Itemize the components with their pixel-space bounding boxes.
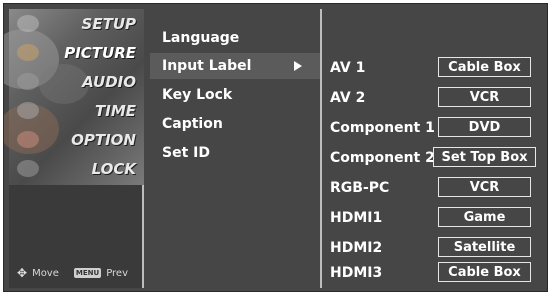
prev-hint-label: Prev (106, 267, 129, 279)
submenu-item-input-label[interactable]: Input Label (150, 53, 320, 79)
category-setup[interactable]: SETUP (9, 9, 144, 38)
picture-icon (17, 44, 39, 61)
submenu-item-set-id[interactable]: Set ID (150, 140, 320, 166)
input-label-row[interactable]: AV 1 Cable Box (324, 55, 544, 85)
category-lock[interactable]: LOCK (9, 154, 144, 183)
input-name: HDMI1 (330, 210, 383, 226)
input-label-row[interactable]: HDMI1 Game (324, 205, 544, 235)
category-label: SETUP (81, 14, 136, 33)
setup-icon (17, 15, 39, 32)
category-label: AUDIO (82, 72, 136, 91)
submenu-item-label: Input Label (162, 58, 252, 74)
category-label: OPTION (71, 130, 136, 149)
input-label-value[interactable]: VCR (438, 87, 531, 107)
input-label-value[interactable]: Satellite (438, 237, 531, 257)
category-label: PICTURE (64, 43, 136, 62)
category-label: LOCK (91, 159, 136, 178)
input-label-value[interactable]: VCR (438, 177, 531, 197)
input-label-row[interactable]: Component 1 DVD (324, 115, 544, 145)
navigation-hints: ✥ Move MENU Prev (9, 258, 144, 288)
arrow-right-icon (294, 61, 302, 71)
menu-key-icon: MENU (73, 268, 102, 278)
input-label-value[interactable]: Game (438, 207, 531, 227)
submenu-item-label: Caption (162, 116, 223, 132)
four-way-arrow-icon: ✥ (17, 266, 28, 280)
input-name: AV 2 (330, 90, 366, 106)
input-label-panel: AV 1 Cable Box AV 2 VCR Component 1 DVD … (324, 9, 544, 288)
input-label-row[interactable]: RGB-PC VCR (324, 175, 544, 205)
input-label-value[interactable]: Set Top Box (433, 147, 536, 167)
input-name: HDMI2 (330, 240, 383, 256)
submenu-item-language[interactable]: Language (150, 25, 320, 51)
input-name: Component 2 (330, 150, 435, 166)
submenu-item-caption[interactable]: Caption (150, 111, 320, 137)
input-label-row[interactable]: HDMI3 Cable Box (324, 260, 544, 290)
input-label-value[interactable]: DVD (438, 117, 531, 137)
category-label: TIME (95, 101, 136, 120)
category-picture[interactable]: PICTURE (9, 38, 144, 67)
input-label-row[interactable]: AV 2 VCR (324, 85, 544, 115)
submenu-item-label: Language (162, 30, 240, 46)
input-name: RGB-PC (330, 180, 390, 196)
clock-icon (17, 102, 39, 119)
input-name: AV 1 (330, 60, 366, 76)
lock-icon (17, 160, 39, 177)
input-label-value[interactable]: Cable Box (438, 262, 531, 282)
option-icon (17, 131, 39, 148)
category-audio[interactable]: AUDIO (9, 67, 144, 96)
tv-menu-screen: SETUP PICTURE AUDIO TIME OPTION LOCK ✥ M… (3, 3, 548, 292)
option-submenu: Language Input Label Key Lock Caption Se… (146, 9, 322, 288)
submenu-item-label: Key Lock (162, 87, 233, 103)
submenu-item-key-lock[interactable]: Key Lock (150, 82, 320, 108)
category-time[interactable]: TIME (9, 96, 144, 125)
submenu-item-label: Set ID (162, 145, 210, 161)
move-hint-label: Move (32, 267, 59, 279)
category-option[interactable]: OPTION (9, 125, 144, 154)
input-label-value[interactable]: Cable Box (438, 57, 531, 77)
category-menu: SETUP PICTURE AUDIO TIME OPTION LOCK ✥ M… (4, 9, 144, 288)
input-name: Component 1 (330, 120, 435, 136)
input-label-row[interactable]: Component 2 Set Top Box (324, 145, 544, 175)
input-name: HDMI3 (330, 265, 383, 281)
audio-icon (17, 73, 39, 90)
